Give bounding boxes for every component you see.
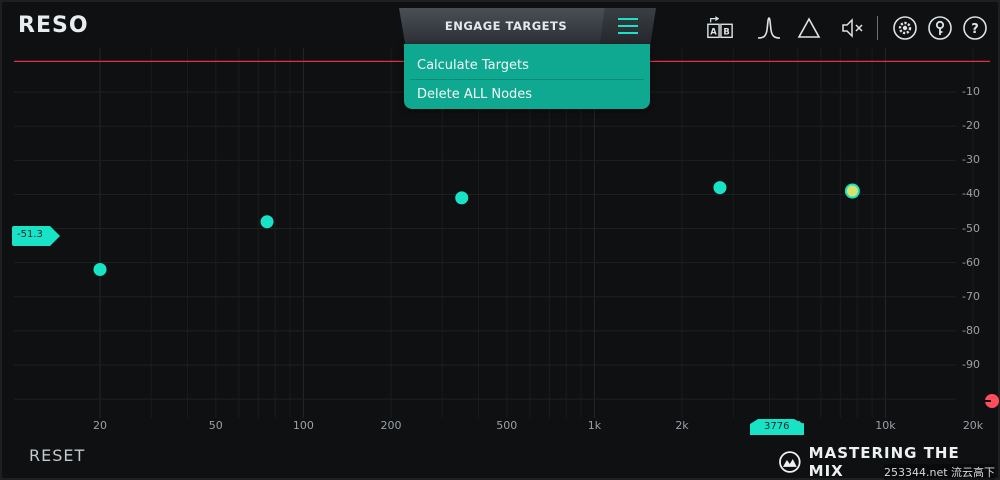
filter-curve-button[interactable]	[755, 14, 783, 42]
reset-button[interactable]: RESET	[29, 446, 85, 465]
eq-node[interactable]	[93, 262, 107, 276]
db-tick-label: -60	[962, 255, 980, 269]
frequency-tick-label: 2k	[675, 419, 689, 432]
menu-item-calculate-targets[interactable]: Calculate Targets	[404, 51, 650, 79]
triangle-delta-icon	[797, 17, 821, 38]
help-button[interactable]: ?	[961, 14, 989, 42]
settings-button[interactable]	[891, 14, 919, 42]
frequency-tick-label: 50	[208, 419, 223, 432]
key-icon	[928, 16, 952, 40]
frequency-tick-label: 20k	[962, 419, 984, 432]
watermark-text: 253344.net 流云高下	[884, 464, 996, 480]
frequency-tick-label: 10k	[875, 419, 896, 432]
db-tick-label: -30	[962, 153, 980, 167]
eq-node[interactable]	[713, 181, 727, 195]
mastering-the-mix-logo-icon	[779, 451, 801, 473]
db-tick-label: -50	[962, 221, 980, 235]
triangle-delta-button[interactable]	[795, 14, 823, 42]
hamburger-icon	[618, 18, 638, 34]
help-icon: ?	[963, 16, 987, 40]
level-marker[interactable]: -51.3	[12, 226, 62, 250]
db-tick-label: -20	[962, 119, 980, 133]
frequency-tick-label: 100	[292, 419, 314, 432]
db-tick-label: -90	[962, 358, 980, 371]
frequency-value: 3776	[764, 421, 790, 432]
frequency-marker[interactable]: 3776	[750, 419, 804, 439]
mute-button[interactable]	[839, 14, 867, 42]
frequency-tick-label: 500	[496, 419, 518, 432]
svg-text:A: A	[710, 27, 717, 37]
filter-curve-icon	[757, 17, 781, 39]
db-tick-label: -80	[962, 323, 980, 337]
ab-compare-icon: A B	[707, 16, 733, 39]
eq-node[interactable]	[260, 215, 274, 229]
frequency-tick-label: 200	[380, 419, 402, 432]
dropdown-menu: Calculate Targets Delete ALL Nodes	[404, 44, 650, 109]
db-tick-label: -70	[962, 289, 980, 303]
settings-gear-icon	[893, 16, 917, 40]
mute-speaker-icon	[842, 18, 863, 38]
offscreen-node-indicator[interactable]	[984, 393, 1000, 409]
plugin-window: RESO ENGAGE TARGETS A B ? -10 -20 -30 -4…	[0, 0, 1000, 480]
license-key-button[interactable]	[926, 14, 954, 42]
svg-text:?: ?	[971, 22, 979, 37]
db-tick-label: -40	[962, 187, 980, 201]
svg-text:B: B	[723, 27, 729, 37]
db-tick-label: -10	[962, 85, 980, 99]
app-title: RESO	[18, 13, 89, 38]
hamburger-menu-button[interactable]	[607, 10, 649, 42]
engage-targets-button[interactable]: ENGAGE TARGETS	[412, 10, 600, 42]
frequency-tick-label: 20	[93, 419, 107, 432]
frequency-tick-label: 1k	[587, 419, 602, 432]
eq-node[interactable]	[844, 183, 860, 199]
menu-item-delete-all-nodes[interactable]: Delete ALL Nodes	[404, 80, 650, 108]
level-value: -51.3	[17, 229, 43, 240]
toolbar-divider	[877, 16, 878, 40]
eq-node[interactable]	[455, 191, 469, 205]
ab-compare-button[interactable]: A B	[706, 14, 734, 42]
